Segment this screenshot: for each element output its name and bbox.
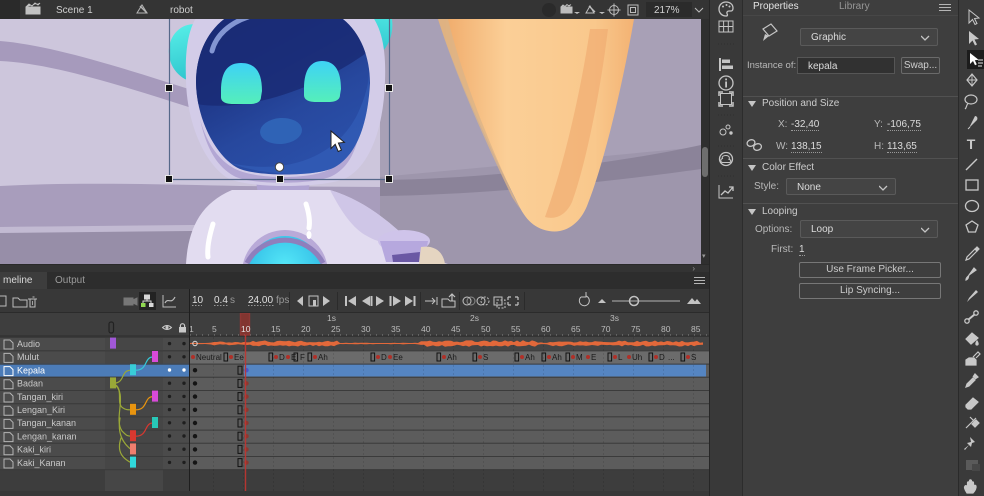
svg-text:s: s xyxy=(230,295,235,306)
svg-text:S: S xyxy=(691,353,696,362)
svg-text:Ee: Ee xyxy=(393,353,403,362)
svg-text:20: 20 xyxy=(301,324,311,334)
svg-text:30: 30 xyxy=(361,324,371,334)
svg-text:Audio: Audio xyxy=(17,339,40,349)
svg-text:35: 35 xyxy=(391,324,401,334)
svg-text:D: D xyxy=(381,353,387,362)
svg-text:Uh: Uh xyxy=(632,353,642,362)
svg-text:Scene 1: Scene 1 xyxy=(56,5,93,16)
svg-text:T: T xyxy=(967,136,976,152)
svg-text:D: D xyxy=(279,353,285,362)
svg-text:10: 10 xyxy=(192,295,204,306)
svg-text:Neutral: Neutral xyxy=(196,353,222,362)
svg-text:F: F xyxy=(300,353,305,362)
svg-text:3s: 3s xyxy=(610,313,619,323)
svg-text:1s: 1s xyxy=(327,313,336,323)
svg-text:L: L xyxy=(618,353,623,362)
svg-text:fps: fps xyxy=(276,295,289,306)
svg-text:Ah: Ah xyxy=(447,353,457,362)
svg-text:2s: 2s xyxy=(470,313,479,323)
svg-text:25: 25 xyxy=(331,324,341,334)
svg-text:Kepala: Kepala xyxy=(17,365,45,375)
svg-text:75: 75 xyxy=(631,324,641,334)
svg-text:Tangan_kiri: Tangan_kiri xyxy=(17,392,63,402)
svg-text:...: ... xyxy=(668,353,675,362)
svg-text:E: E xyxy=(591,353,596,362)
svg-text:65: 65 xyxy=(571,324,581,334)
svg-text:80: 80 xyxy=(661,324,671,334)
svg-text:70: 70 xyxy=(601,324,611,334)
svg-text:0.4: 0.4 xyxy=(214,295,228,306)
svg-text:Ah: Ah xyxy=(318,353,328,362)
svg-text:5: 5 xyxy=(212,324,217,334)
svg-text:40: 40 xyxy=(421,324,431,334)
svg-text:Lengan_Kiri: Lengan_Kiri xyxy=(17,405,65,415)
svg-text:50: 50 xyxy=(481,324,491,334)
svg-text:10: 10 xyxy=(241,324,251,334)
svg-text:55: 55 xyxy=(511,324,521,334)
svg-text:M: M xyxy=(576,353,583,362)
svg-text:Tangan_kanan: Tangan_kanan xyxy=(17,418,76,428)
svg-text:S: S xyxy=(483,353,488,362)
svg-text:Kaki_kiri: Kaki_kiri xyxy=(17,445,51,455)
svg-text:Ee: Ee xyxy=(234,353,244,362)
svg-text:Ah: Ah xyxy=(552,353,562,362)
svg-text:15: 15 xyxy=(271,324,281,334)
svg-text:Badan: Badan xyxy=(17,379,43,389)
svg-text:217%: 217% xyxy=(654,5,680,16)
svg-text:85: 85 xyxy=(691,324,701,334)
svg-text:45: 45 xyxy=(451,324,461,334)
svg-text:D: D xyxy=(659,353,665,362)
svg-text:Lengan_kanan: Lengan_kanan xyxy=(17,431,77,441)
svg-text:Mulut: Mulut xyxy=(17,352,40,362)
svg-text:24.00: 24.00 xyxy=(248,295,273,306)
svg-text:Kaki_Kanan: Kaki_Kanan xyxy=(17,458,66,468)
svg-text:robot: robot xyxy=(170,5,193,16)
svg-text:60: 60 xyxy=(541,324,551,334)
svg-text:Ah: Ah xyxy=(525,353,535,362)
